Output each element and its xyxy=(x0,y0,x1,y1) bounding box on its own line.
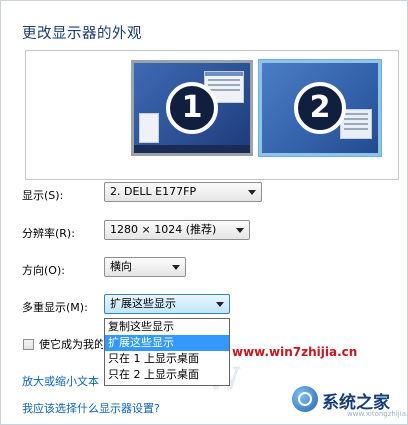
dropdown-option[interactable]: 复制这些显示 xyxy=(105,319,229,335)
display-label: 显示(S): xyxy=(22,189,64,202)
display-select-value: 2. DELL E177FP xyxy=(110,185,197,198)
brand-logo: 系统之家 www.xitongzhijia.net xyxy=(292,386,408,418)
resolution-select-value: 1280 × 1024 (推荐) xyxy=(110,223,217,236)
chevron-down-icon xyxy=(172,265,180,270)
monitor-number-1: 1 xyxy=(166,82,218,134)
orientation-select-value: 横向 xyxy=(110,260,132,273)
orientation-select[interactable]: 横向 xyxy=(104,257,186,277)
dropdown-option-selected[interactable]: 扩展这些显示 xyxy=(105,335,229,351)
resolution-label: 分辨率(R): xyxy=(22,227,75,240)
monitor-1[interactable]: 1 xyxy=(131,60,253,156)
display-select[interactable]: 2. DELL E177FP xyxy=(104,182,262,202)
dropdown-option[interactable]: 只在 2 上显示桌面 xyxy=(105,367,229,383)
primary-display-label: 使它成为我的 xyxy=(39,338,103,351)
multi-display-select-value: 扩展这些显示 xyxy=(110,297,176,310)
site-watermark: www.win7zhijia.cn xyxy=(232,345,358,359)
dropdown-option[interactable]: 只在 1 上显示桌面 xyxy=(105,351,229,367)
multi-display-select[interactable]: 扩展这些显示 xyxy=(104,294,230,314)
sidebar-thumbnail-icon xyxy=(139,113,159,143)
orientation-label: 方向(O): xyxy=(22,264,65,277)
monitor-number-2: 2 xyxy=(294,82,346,134)
multi-display-dropdown-list: 复制这些显示 扩展这些显示 只在 1 上显示桌面 只在 2 上显示桌面 xyxy=(104,318,230,386)
primary-display-checkbox[interactable] xyxy=(23,339,34,350)
chevron-down-icon xyxy=(236,228,244,233)
brand-url: www.xitongzhijia.net xyxy=(347,410,408,418)
resolution-select[interactable]: 1280 × 1024 (推荐) xyxy=(104,220,250,240)
taskbar-icon xyxy=(134,145,250,153)
monitor-2[interactable]: 2 xyxy=(259,60,381,156)
chevron-down-icon xyxy=(216,302,224,307)
chevron-down-icon xyxy=(248,190,256,195)
which-settings-link[interactable]: 我应该选择什么显示器设置? xyxy=(22,400,160,416)
text-size-link[interactable]: 放大或缩小文本 xyxy=(22,373,104,389)
page-title: 更改显示器的外观 xyxy=(22,26,142,42)
brand-circle-icon xyxy=(292,386,318,412)
multi-display-label: 多重显示(M): xyxy=(22,301,88,314)
